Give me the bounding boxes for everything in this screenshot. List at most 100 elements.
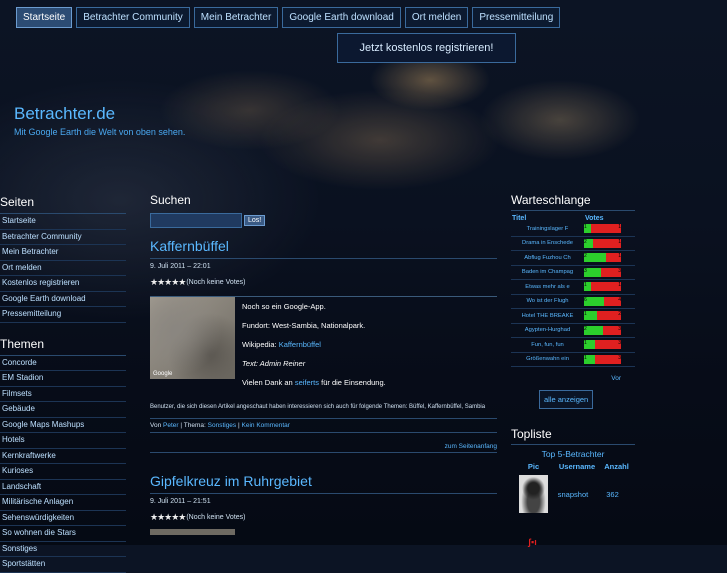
- queue-item-link[interactable]: Baden im Champag: [511, 269, 584, 275]
- queue-item-link[interactable]: Fun, fun, fun: [511, 342, 584, 348]
- seiten-item[interactable]: Pressemitteilung: [0, 307, 126, 323]
- meta-sep: |: [237, 422, 240, 429]
- seiten-item[interactable]: Google Earth download: [0, 292, 126, 307]
- themen-item[interactable]: Sonstiges: [0, 542, 126, 557]
- seiten-item[interactable]: Startseite: [0, 214, 126, 230]
- meta-by: Von: [150, 422, 162, 429]
- seiten-item[interactable]: Mein Betrachter: [0, 245, 126, 261]
- vote-bar: 21: [584, 253, 621, 263]
- themen-item[interactable]: Filmsets: [0, 387, 126, 402]
- thanks-pre: Vielen Dank an: [242, 378, 293, 387]
- toplist-username[interactable]: snapshot: [552, 490, 594, 499]
- queue-row: Hotel THE BREAKE 1 2: [511, 309, 635, 324]
- toplist-header: Pic Username Anzahl: [511, 462, 635, 471]
- queue-item-link[interactable]: Größenwahn ein: [511, 356, 584, 362]
- themen-item[interactable]: Militärische Anlagen: [0, 495, 126, 511]
- post-body: Google Noch so ein Google-App. Fundort: …: [150, 296, 497, 397]
- post-date: 9. Juli 2011 – 21:51: [150, 498, 211, 505]
- vote-bar: 11: [584, 224, 621, 234]
- themen-item[interactable]: Sehenswürdigkeiten: [0, 511, 126, 526]
- themen-item[interactable]: Hotels: [0, 433, 126, 449]
- yes-votes: 1: [584, 224, 592, 234]
- post-rating: ★★★★★ (Noch keine Votes): [150, 512, 497, 523]
- post-thumbnail[interactable]: Google: [150, 297, 235, 379]
- post-meta: Von Peter | Thema: Sonstiges | Kein Komm…: [150, 418, 497, 433]
- nav-tab-ort-melden[interactable]: Ort melden: [404, 7, 469, 28]
- nav-tab-community[interactable]: Betrachter Community: [76, 7, 190, 28]
- post-rating: ★★★★★ (Noch keine Votes): [150, 277, 497, 288]
- queue-item-link[interactable]: Hotel THE BREAKE: [511, 313, 584, 319]
- themen-item[interactable]: Kernkraftwerke: [0, 449, 126, 464]
- rating-stars-icon[interactable]: ★★★★★: [150, 512, 186, 523]
- themen-item[interactable]: Sportstätten: [0, 557, 126, 573]
- search-form: Los!: [150, 213, 497, 228]
- post-thanks: Vielen Dank an seiferts für die Einsendu…: [242, 378, 386, 387]
- nav-tab-startseite[interactable]: Startseite: [16, 7, 73, 28]
- themen-item[interactable]: Concorde: [0, 356, 126, 371]
- queue-item-link[interactable]: Drama in Enschede: [511, 240, 584, 246]
- queue-item-link[interactable]: Ägypten-Hurghad: [511, 327, 584, 333]
- post-thumbnail[interactable]: [150, 529, 235, 535]
- avatar[interactable]: [519, 475, 548, 513]
- wikipedia-link[interactable]: Kaffernbüffel: [279, 340, 321, 349]
- queue-item-link[interactable]: Abflug Fuzhou Ch: [511, 255, 584, 261]
- search-input[interactable]: [150, 213, 242, 228]
- themen-item[interactable]: So wohnen die Stars: [0, 526, 126, 542]
- post-text: Noch so ein Google-App. Fundort: West-Sa…: [235, 297, 386, 397]
- queue-row: Baden im Champag 3 3: [511, 266, 635, 280]
- top-nav: Startseite Betrachter Community Mein Bet…: [16, 7, 561, 28]
- vote-bar: 11: [584, 282, 621, 292]
- vote-bar: 13: [584, 340, 621, 350]
- queue-item-link[interactable]: Wo ist der Flugh: [511, 298, 584, 304]
- yes-votes: 1: [584, 354, 596, 364]
- post-title[interactable]: Gipfelkreuz im Ruhrgebiet: [150, 473, 497, 494]
- queue-item-link[interactable]: Etwas mehr als e: [511, 284, 584, 290]
- queue-header: Titel Votes: [511, 215, 635, 222]
- seiten-heading: Seiten: [0, 193, 126, 214]
- post-title[interactable]: Kaffernbüffel: [150, 238, 497, 259]
- partial-logo-icon: ʃ▪ı: [528, 537, 537, 547]
- vote-bar: 21: [584, 238, 621, 248]
- queue-col-votes: Votes: [585, 215, 604, 222]
- vote-bar: 13: [584, 354, 621, 364]
- no-votes: 1: [591, 224, 621, 234]
- nav-tab-google-earth-download[interactable]: Google Earth download: [282, 7, 401, 28]
- queue-row: Drama in Enschede 2 1: [511, 237, 635, 251]
- seiten-item[interactable]: Betrachter Community: [0, 230, 126, 245]
- themen-item[interactable]: Gebäude: [0, 402, 126, 418]
- nav-tab-mein-betrachter[interactable]: Mein Betrachter: [193, 7, 279, 28]
- post-line: Noch so ein Google-App.: [242, 302, 326, 311]
- queue-row: Etwas mehr als e11: [511, 280, 635, 295]
- to-top-link[interactable]: zum Seitenanfang: [150, 443, 497, 453]
- seiten-item[interactable]: Ort melden: [0, 261, 126, 276]
- themen-item[interactable]: Google Maps Mashups: [0, 418, 126, 433]
- post-wikipedia: Wikipedia: Kaffernbüffel: [242, 340, 386, 349]
- queue-item-link[interactable]: Trainingslager F: [511, 226, 584, 232]
- author-link[interactable]: Peter: [163, 422, 179, 429]
- post-line: Fundort: West-Sambia, Nationalpark.: [242, 321, 366, 330]
- register-button[interactable]: Jetzt kostenlos registrieren!: [337, 33, 516, 63]
- text-author: Text: Admin Reiner: [242, 359, 306, 368]
- queue-col-title: Titel: [512, 215, 527, 222]
- comments-link[interactable]: Kein Kommentar: [242, 422, 290, 429]
- toplist-heading: Topliste: [511, 427, 635, 445]
- yes-votes: 1: [584, 340, 596, 350]
- no-votes: 3: [602, 325, 621, 335]
- seiten-list: Startseite Betrachter Community Mein Bet…: [0, 214, 126, 323]
- themen-item[interactable]: Kurioses: [0, 464, 126, 480]
- nav-tab-pressemitteilung[interactable]: Pressemitteilung: [472, 7, 561, 28]
- left-sidebar: Seiten Startseite Betrachter Community M…: [0, 193, 126, 573]
- yes-votes: 2: [584, 253, 607, 263]
- queue-more-link[interactable]: Vor: [511, 375, 621, 382]
- topic-link[interactable]: Sonstiges: [208, 422, 237, 429]
- rating-stars-icon[interactable]: ★★★★★: [150, 277, 186, 288]
- no-votes: 3: [600, 267, 621, 277]
- themen-item[interactable]: EM Stadion: [0, 371, 126, 387]
- post-author-text: Text: Admin Reiner: [242, 359, 386, 368]
- submitter-link[interactable]: seiferts: [295, 378, 319, 387]
- site-title[interactable]: Betrachter.de: [14, 104, 115, 124]
- search-button[interactable]: Los!: [244, 215, 266, 226]
- seiten-item[interactable]: Kostenlos registrieren: [0, 276, 126, 292]
- show-all-button[interactable]: alle anzeigen: [539, 390, 594, 409]
- themen-item[interactable]: Landschaft: [0, 480, 126, 495]
